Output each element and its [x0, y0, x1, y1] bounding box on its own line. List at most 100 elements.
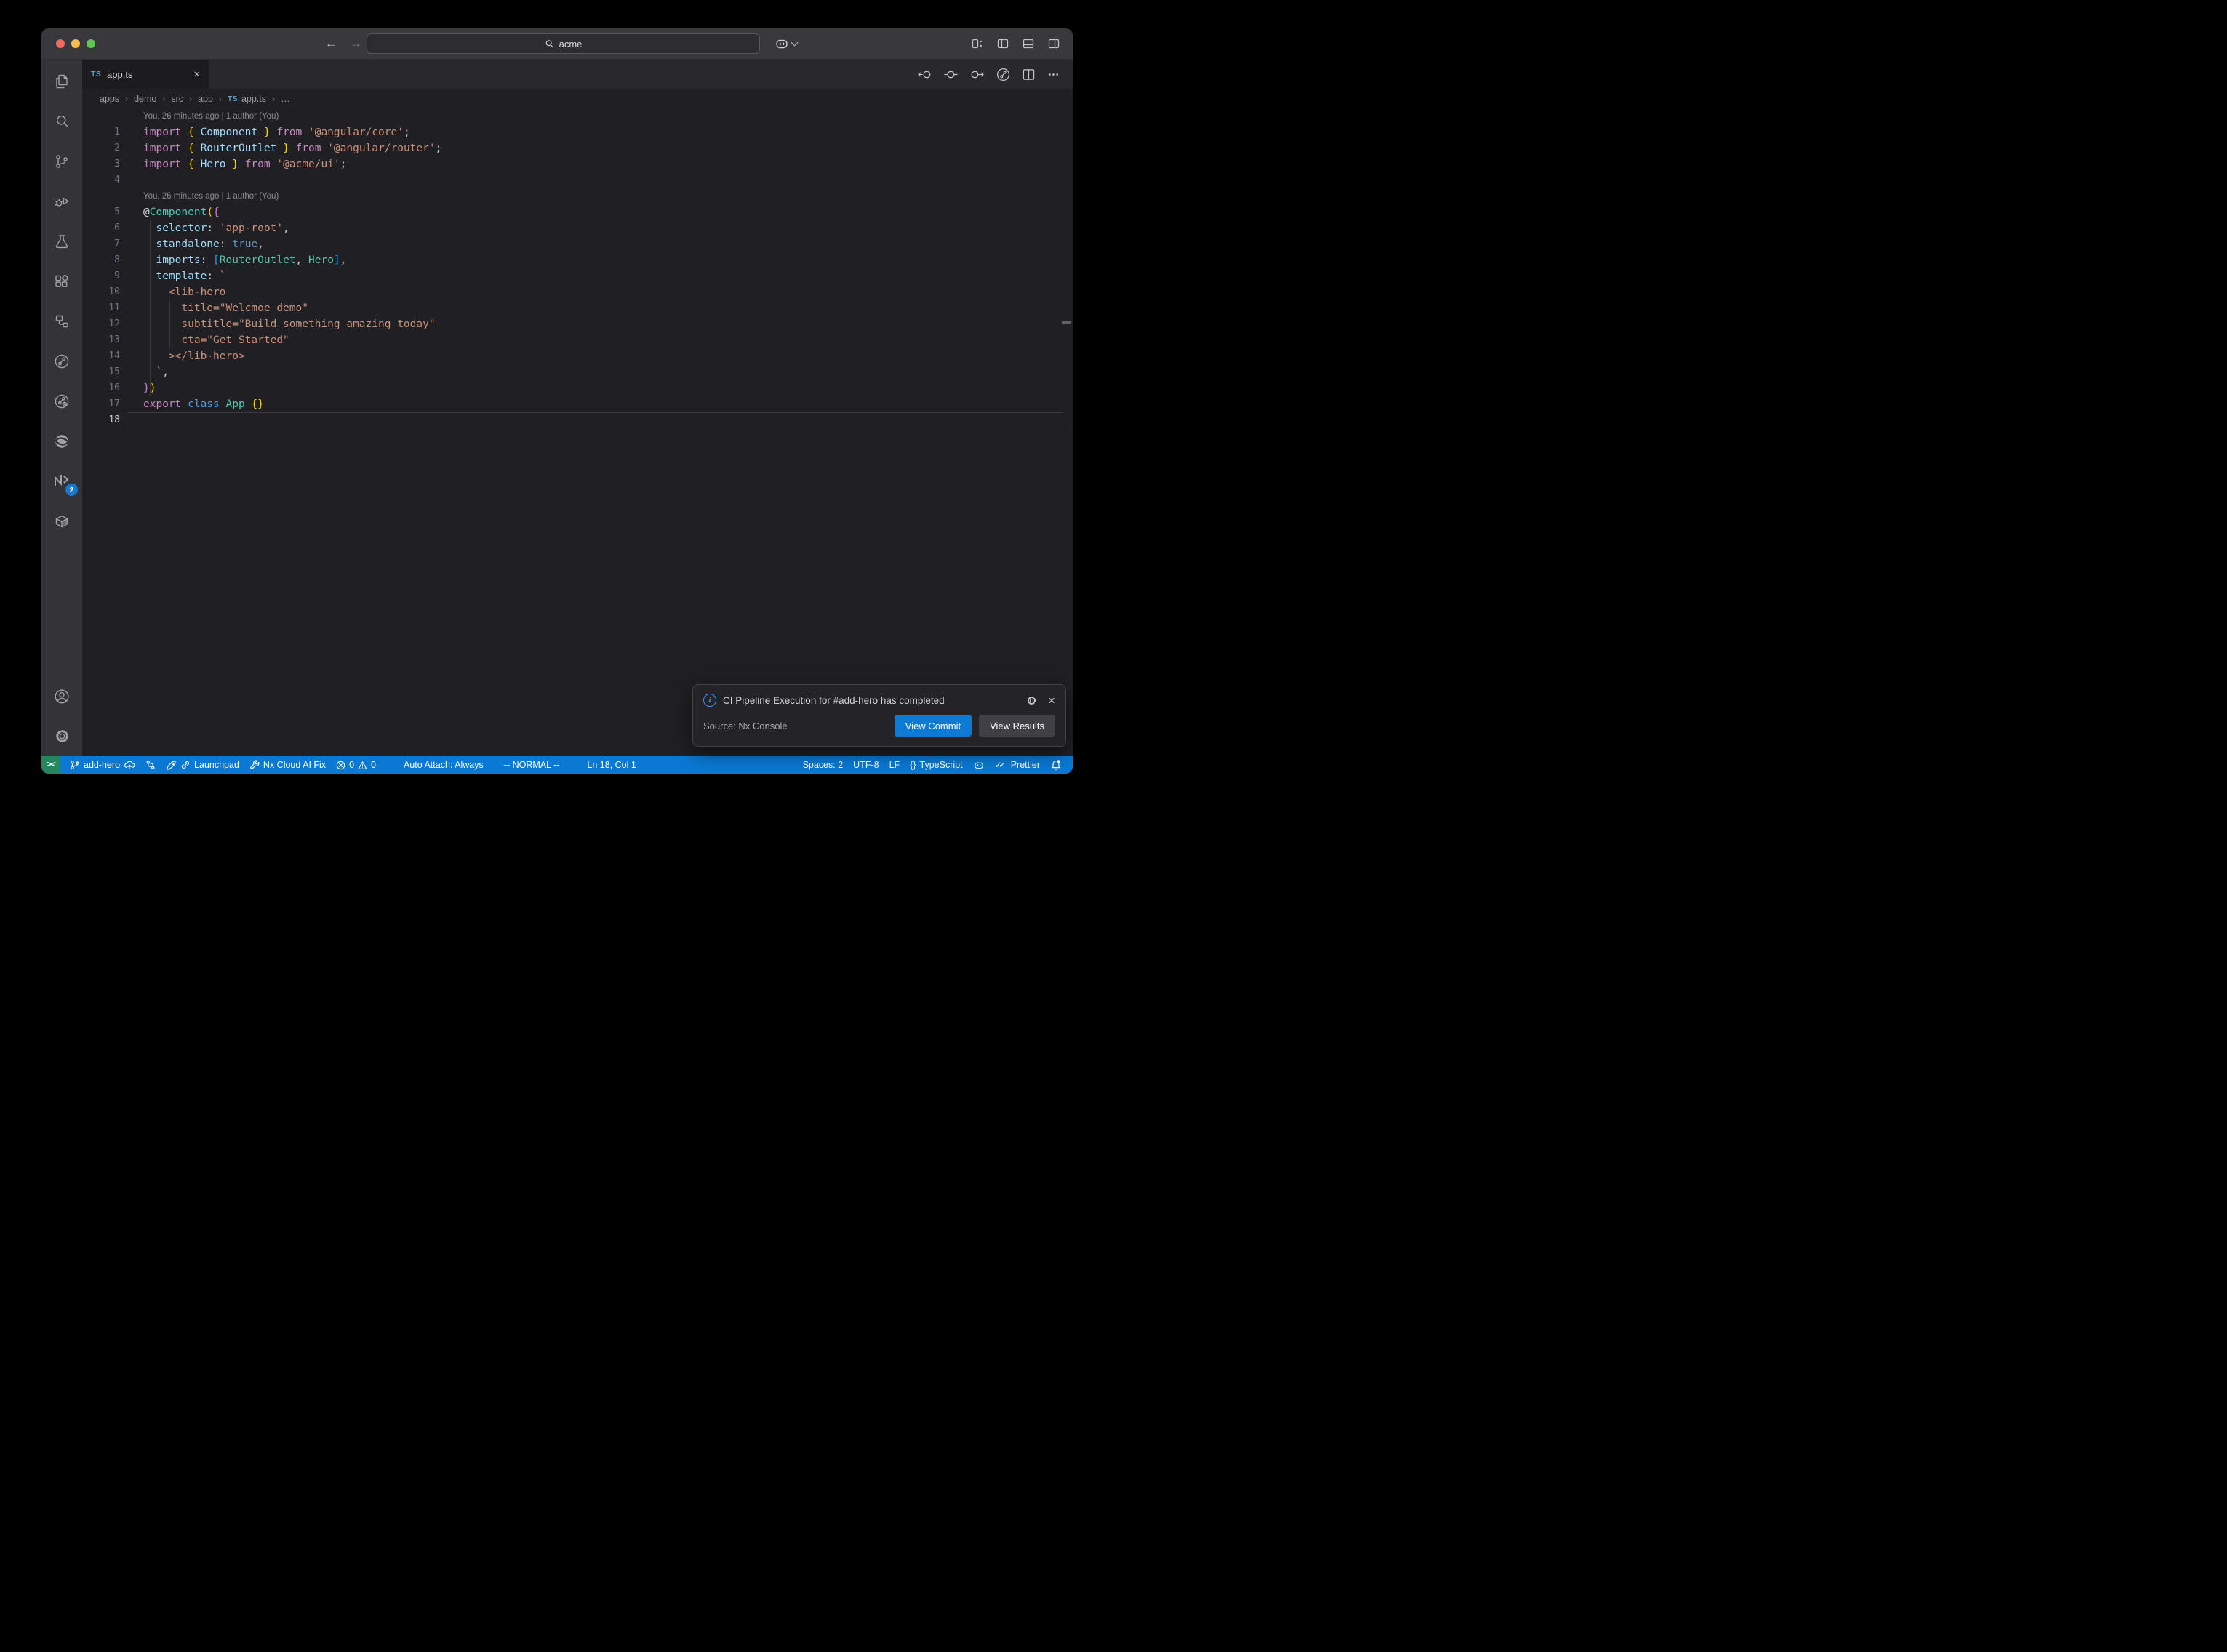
- activity-item-gitlens[interactable]: [44, 341, 79, 381]
- copilot-status-item[interactable]: [968, 756, 990, 774]
- line-number[interactable]: 17: [82, 396, 120, 412]
- code-line-14[interactable]: 14 ></lib-hero>: [82, 348, 1073, 364]
- back-icon[interactable]: ←: [325, 36, 337, 51]
- git-branch-item[interactable]: add-hero: [65, 756, 140, 774]
- next-change-icon[interactable]: [970, 68, 984, 81]
- launchpad-item[interactable]: Launchpad: [161, 756, 244, 774]
- code-line-15[interactable]: 15 `,: [82, 364, 1073, 380]
- code-line-7[interactable]: 7 standalone: true,: [82, 236, 1073, 252]
- line-number[interactable]: 3: [82, 156, 120, 172]
- launchpad-label: Launchpad: [194, 760, 239, 770]
- breadcrumb-apps[interactable]: apps: [100, 94, 119, 104]
- breadcrumb-demo[interactable]: demo: [134, 94, 156, 104]
- indentation-item[interactable]: Spaces: 2: [798, 756, 849, 774]
- view-results-button[interactable]: View Results: [979, 715, 1055, 737]
- minimize-window-button[interactable]: [71, 39, 80, 48]
- git-compare-item[interactable]: [140, 756, 161, 774]
- code-line-12[interactable]: 12 subtitle="Build something amazing tod…: [82, 316, 1073, 332]
- commit-graph-icon[interactable]: [996, 68, 1010, 81]
- code-line-10[interactable]: 10 <lib-hero: [82, 284, 1073, 300]
- code-line-9[interactable]: 9 template: `: [82, 268, 1073, 284]
- activity-item-console-swirl[interactable]: [44, 421, 79, 461]
- line-number[interactable]: 13: [82, 332, 120, 348]
- tab-app-ts[interactable]: TS app.ts ×: [82, 60, 209, 89]
- close-tab-icon[interactable]: ×: [193, 68, 200, 81]
- eol-item[interactable]: LF: [884, 756, 905, 774]
- line-number[interactable]: 1: [82, 124, 120, 140]
- language-mode-item[interactable]: {} TypeScript: [905, 756, 967, 774]
- encoding-item[interactable]: UTF-8: [848, 756, 884, 774]
- line-number[interactable]: 2: [82, 140, 120, 156]
- toggle-primary-sidebar-icon[interactable]: [997, 38, 1009, 49]
- cursor-position-item[interactable]: Ln 18, Col 1: [582, 756, 641, 774]
- command-center-search[interactable]: acme: [367, 33, 760, 54]
- previous-change-icon[interactable]: [918, 68, 932, 81]
- line-number[interactable]: [82, 188, 120, 204]
- tab-label: app.ts: [107, 69, 132, 80]
- code-line-1[interactable]: 1import { Component } from '@angular/cor…: [82, 124, 1073, 140]
- activity-item-search[interactable]: [44, 101, 79, 141]
- line-number[interactable]: 6: [82, 220, 120, 236]
- code-line-3[interactable]: 3import { Hero } from '@acme/ui';: [82, 156, 1073, 172]
- activity-item-gitlens-search[interactable]: [44, 381, 79, 421]
- code-line-18[interactable]: 18: [82, 412, 1073, 428]
- toggle-secondary-sidebar-icon[interactable]: [1048, 38, 1060, 49]
- line-number[interactable]: 11: [82, 300, 120, 316]
- more-actions-icon[interactable]: [1047, 68, 1060, 81]
- line-number[interactable]: 18: [82, 412, 120, 428]
- auto-attach-item[interactable]: Auto Attach: Always: [399, 756, 489, 774]
- notification-close-icon[interactable]: ×: [1048, 694, 1055, 707]
- activity-item-testing[interactable]: [44, 221, 79, 261]
- line-number[interactable]: 16: [82, 380, 120, 396]
- zoom-window-button[interactable]: [87, 39, 95, 48]
- problems-item[interactable]: 0 0: [331, 756, 381, 774]
- breadcrumb-app[interactable]: app: [198, 94, 213, 104]
- code-line-17[interactable]: 17export class App {}: [82, 396, 1073, 412]
- activity-item-accounts[interactable]: [44, 676, 79, 716]
- toggle-panel-icon[interactable]: [1023, 38, 1034, 49]
- notification-settings-gear-icon[interactable]: [1026, 695, 1037, 706]
- notifications-bell[interactable]: [1045, 756, 1067, 774]
- commit-node-icon[interactable]: [944, 68, 958, 81]
- remote-indicator[interactable]: ><: [41, 756, 60, 774]
- forward-icon[interactable]: →: [350, 36, 362, 51]
- code-line-16[interactable]: 16}): [82, 380, 1073, 396]
- split-editor-icon[interactable]: [1023, 68, 1035, 81]
- line-number[interactable]: 5: [82, 204, 120, 220]
- line-number[interactable]: 14: [82, 348, 120, 364]
- activity-item-source-control[interactable]: [44, 141, 79, 181]
- activity-item-extensions[interactable]: [44, 261, 79, 301]
- activity-item-nx-console[interactable]: 2: [44, 461, 79, 501]
- view-commit-button[interactable]: View Commit: [895, 715, 972, 737]
- code-line-13[interactable]: 13 cta="Get Started": [82, 332, 1073, 348]
- activity-item-settings-gear[interactable]: [44, 716, 79, 756]
- code-line-2[interactable]: 2import { RouterOutlet } from '@angular/…: [82, 140, 1073, 156]
- vim-mode-item[interactable]: -- NORMAL --: [499, 756, 565, 774]
- code-line-4[interactable]: 4: [82, 172, 1073, 188]
- breadcrumb-src[interactable]: src: [171, 94, 183, 104]
- line-number[interactable]: 7: [82, 236, 120, 252]
- code-line-6[interactable]: 6 selector: 'app-root',: [82, 220, 1073, 236]
- line-number[interactable]: 8: [82, 252, 120, 268]
- line-number[interactable]: 4: [82, 172, 120, 188]
- code-line-8[interactable]: 8 imports: [RouterOutlet, Hero],: [82, 252, 1073, 268]
- customize-layout-icon[interactable]: [972, 38, 983, 49]
- activity-item-project-graph[interactable]: [44, 301, 79, 341]
- nx-cloud-fix-item[interactable]: Nx Cloud AI Fix: [244, 756, 331, 774]
- line-number[interactable]: 12: [82, 316, 120, 332]
- activity-item-run-debug[interactable]: [44, 181, 79, 221]
- line-number[interactable]: 15: [82, 364, 120, 380]
- breadcrumb-file[interactable]: TSapp.ts: [228, 94, 266, 104]
- line-number[interactable]: [82, 108, 120, 124]
- copilot-menu[interactable]: [775, 28, 797, 59]
- prettier-item[interactable]: ✓✓ Prettier: [990, 756, 1045, 774]
- activity-item-package[interactable]: [44, 501, 79, 541]
- code-line-5[interactable]: 5@Component({: [82, 204, 1073, 220]
- activity-item-explorer[interactable]: [44, 61, 79, 101]
- code-editor[interactable]: You, 26 minutes ago | 1 author (You)1imp…: [82, 108, 1073, 756]
- line-number[interactable]: 10: [82, 284, 120, 300]
- breadcrumb-symbol[interactable]: …: [281, 94, 290, 104]
- close-window-button[interactable]: [56, 39, 65, 48]
- code-line-11[interactable]: 11 title="Welcmoe demo": [82, 300, 1073, 316]
- line-number[interactable]: 9: [82, 268, 120, 284]
